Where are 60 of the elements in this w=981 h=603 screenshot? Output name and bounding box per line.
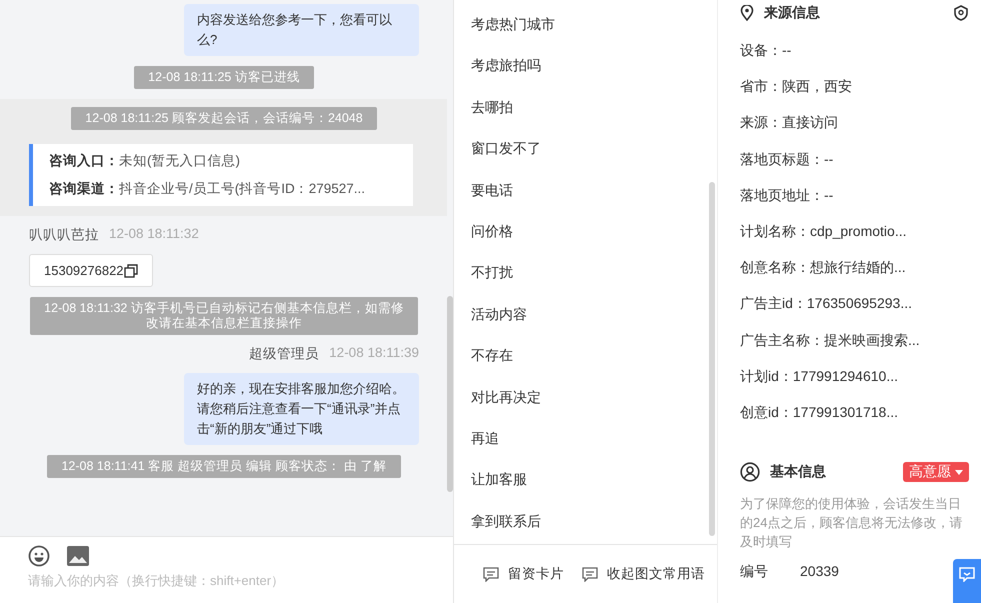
shield-icon[interactable]: [953, 5, 969, 21]
scrollbar[interactable]: [709, 182, 715, 536]
chat-icon: [959, 567, 975, 582]
quick-action-button[interactable]: 收起图文常用语: [578, 565, 709, 583]
system-notice: 12-08 18:11:41 客服 超级管理员 编辑 顾客状态： 由 了解: [47, 455, 400, 478]
message-time: 12-08 18:11:39: [329, 345, 419, 362]
message-icon: [483, 566, 499, 582]
system-notice: 12-08 18:11:25 顾客发起会话，会话编号：24048: [71, 107, 377, 130]
quick-reply-item[interactable]: 考虑旅拍吗: [454, 45, 717, 87]
field-label: 咨询渠道：: [49, 181, 119, 196]
info-field: 计划id：177991294610...: [740, 358, 969, 394]
scrollbar[interactable]: [447, 296, 453, 492]
info-field: 落地页地址：--: [740, 176, 969, 213]
info-field: 来源：直接访问: [740, 104, 969, 141]
quick-reply-item[interactable]: 拿到联系后: [454, 500, 717, 542]
caret-icon: [955, 470, 963, 475]
quick-reply-item[interactable]: 窗口发不了: [454, 128, 717, 170]
info-field: 创意名称：想旅行结婚的...: [740, 249, 969, 286]
phone-number: 15309276822: [44, 263, 124, 278]
location-pin-icon: [740, 5, 754, 21]
image-icon[interactable]: [67, 546, 89, 566]
info-field: 设备：--: [740, 32, 969, 68]
copy-icon[interactable]: [124, 264, 138, 278]
field-value: 20339: [800, 563, 839, 582]
message-icon: [582, 566, 598, 582]
section-title: 基本信息: [770, 463, 826, 482]
sender-name: 超级管理员: [249, 345, 320, 363]
quick-reply-item[interactable]: 活动内容: [454, 294, 717, 336]
quick-reply-item[interactable]: 去哪拍: [454, 86, 717, 128]
quick-reply-item[interactable]: 要电话: [454, 170, 717, 211]
message-time: 12-08 18:11:32: [109, 226, 199, 243]
user-icon: [740, 462, 760, 482]
quick-reply-item[interactable]: 不存在: [454, 335, 717, 377]
system-notice: 12-08 18:11:25 访客已进线: [134, 66, 314, 89]
message-bubble: 好的亲，现在安排客服加您介绍哈。请您稍后注意查看一下“通讯录”并点击“新的朋友”通过下哦: [184, 373, 419, 445]
info-field: 广告主名称：提米映画搜索...: [740, 322, 969, 358]
quick-reply-item[interactable]: 问价格: [454, 210, 717, 252]
info-field: 创意id：177991301718...: [740, 394, 969, 430]
sender-name: 叭叭叭芭拉: [29, 226, 99, 244]
quick-action-button[interactable]: 留资卡片: [479, 565, 568, 583]
info-field: 计划名称：cdp_promotio...: [740, 212, 969, 250]
quick-reply-item[interactable]: 考虑热门城市: [454, 4, 717, 46]
section-title: 来源信息: [764, 4, 820, 22]
intent-tag-dropdown[interactable]: 高意愿: [903, 462, 969, 482]
field-label: 编号: [740, 563, 769, 582]
info-field: 省市：陕西，西安: [740, 68, 969, 104]
field-value: 抖音企业号/员工号(抖音号ID：279527...: [119, 181, 366, 196]
quick-reply-item[interactable]: 再追: [454, 418, 717, 460]
field-label: 咨询入口：: [49, 153, 119, 168]
info-note: 为了保障您的使用体验，会话发生当日的24点之后，顾客信息将无法修改，请及时填写: [740, 495, 964, 552]
info-field: 广告主id：176350695293...: [740, 285, 969, 322]
field-value: 未知(暂无入口信息): [119, 153, 240, 168]
quick-reply-item[interactable]: 让加客服: [454, 459, 717, 501]
quick-reply-item[interactable]: 不打扰: [454, 252, 717, 294]
emoji-icon[interactable]: [28, 545, 50, 567]
quick-reply-item[interactable]: 对比再决定: [454, 376, 717, 418]
message-bubble: 内容发送给您参考一下，您看可以么?: [184, 4, 419, 56]
info-field: 落地页标题：--: [740, 140, 969, 177]
chat-float-button[interactable]: [953, 559, 981, 603]
system-notice: 12-08 18:11:32 访客手机号已自动标记右侧基本信息栏，如需修改请在基本信息栏直接操作: [30, 297, 418, 335]
